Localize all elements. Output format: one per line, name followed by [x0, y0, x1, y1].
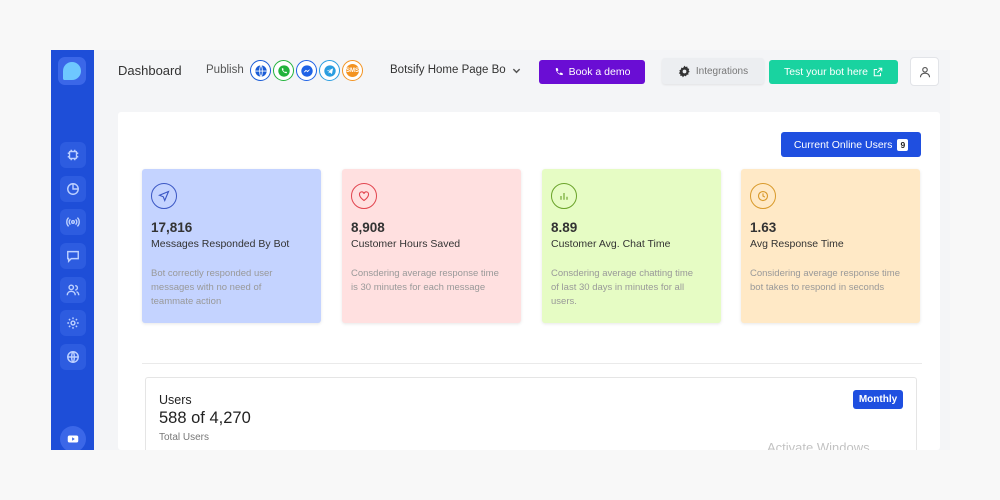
publish-label: Publish [206, 64, 244, 76]
botsify-logo[interactable] [58, 57, 86, 85]
chevron-down-icon [512, 68, 520, 73]
broadcast-icon [66, 217, 80, 227]
stat-value: 1.63 [750, 220, 777, 235]
web-icon [254, 64, 267, 77]
heart-icon-circle [351, 183, 377, 209]
globe-icon [67, 351, 79, 363]
sidebar-item-broadcast[interactable] [60, 209, 86, 235]
stat-label: Avg Response Time [750, 238, 844, 250]
sms-icon: SMS [346, 64, 359, 77]
chat-bubble-icon [63, 62, 81, 80]
book-demo-button[interactable]: Book a demo [539, 60, 645, 84]
sidebar-item-settings[interactable] [60, 310, 86, 336]
stat-label: Messages Responded By Bot [151, 238, 290, 250]
gear-icon [678, 65, 690, 77]
whatsapp-icon [277, 64, 290, 77]
stat-card-response-time: 1.63 Avg Response Time Considering avera… [741, 169, 920, 323]
activate-windows-watermark: Activate Windows [767, 440, 870, 450]
message-icon [67, 250, 79, 263]
clock-icon-circle [750, 183, 776, 209]
stat-card-chat-time: 8.89 Customer Avg. Chat Time Consdering … [542, 169, 721, 323]
user-profile-button[interactable] [910, 57, 939, 86]
stat-card-hours-saved: 8,908 Customer Hours Saved Consdering av… [342, 169, 521, 323]
phone-icon [555, 67, 563, 76]
play-video-icon [67, 435, 79, 443]
bot-selector-label: Botsify Home Page Bo [390, 64, 506, 76]
clock-icon [757, 190, 769, 202]
stat-value: 17,816 [151, 220, 193, 235]
gear-icon [67, 317, 79, 329]
publish-telegram-button[interactable] [319, 60, 340, 81]
stat-card-messages: 17,816 Messages Responded By Bot Bot cor… [142, 169, 321, 323]
external-link-icon [873, 67, 883, 77]
publish-web-button[interactable] [250, 60, 271, 81]
app-window: Dashboard Publish SMS Botsify Home Page … [51, 50, 950, 450]
telegram-icon [323, 64, 336, 77]
bar-chart-icon [560, 193, 568, 200]
integrations-button[interactable]: Integrations [662, 58, 764, 84]
send-icon [158, 190, 170, 202]
top-bar: Dashboard Publish SMS Botsify Home Page … [94, 50, 950, 94]
stat-description: Considering average response time bot ta… [750, 268, 900, 293]
heart-icon [358, 191, 370, 202]
page-title: Dashboard [118, 63, 182, 78]
bar-chart-icon-circle [551, 183, 577, 209]
publish-whatsapp-button[interactable] [273, 60, 294, 81]
current-online-users-button[interactable]: Current Online Users 9 [781, 132, 921, 157]
integrations-label: Integrations [695, 65, 749, 77]
stat-label: Customer Hours Saved [351, 238, 461, 250]
pie-chart-icon [67, 183, 79, 195]
book-demo-label: Book a demo [568, 66, 631, 78]
period-monthly-button[interactable]: Monthly [853, 390, 903, 409]
users-title: Users [159, 393, 192, 407]
user-icon [919, 66, 930, 77]
users-subtitle: Total Users [159, 432, 210, 443]
video-tutorial-button[interactable] [60, 426, 86, 450]
test-bot-button[interactable]: Test your bot here [769, 60, 898, 84]
messenger-icon [300, 64, 313, 77]
bot-selector[interactable]: Botsify Home Page Bo [390, 64, 521, 76]
stat-description: Bot correctly responded user messages wi… [151, 268, 273, 307]
chip-icon [67, 149, 79, 161]
dashboard-content: Current Online Users 9 17,816 Messages R… [118, 112, 940, 450]
stat-label: Customer Avg. Chat Time [551, 238, 671, 250]
sidebar-item-analytics[interactable] [60, 176, 86, 202]
sidebar-item-users[interactable] [60, 277, 86, 303]
stat-description: Consdering average response time is 30 m… [351, 268, 499, 293]
publish-sms-button[interactable]: SMS [342, 60, 363, 81]
users-count: 588 of 4,270 [159, 409, 251, 427]
test-bot-label: Test your bot here [783, 66, 869, 78]
send-icon-circle [151, 183, 177, 209]
publish-messenger-button[interactable] [296, 60, 317, 81]
section-divider [142, 363, 922, 364]
stat-value: 8.89 [551, 220, 578, 235]
publish-channels: SMS [250, 60, 363, 81]
online-users-label: Current Online Users [793, 138, 893, 151]
users-icon [66, 284, 80, 296]
stat-value: 8,908 [351, 220, 385, 235]
online-users-count: 9 [897, 138, 909, 151]
stat-description: Consdering average chatting time of last… [551, 268, 694, 307]
sidebar-item-languages[interactable] [60, 344, 86, 370]
sidebar-item-chip[interactable] [60, 142, 86, 168]
sidebar-item-chat[interactable] [60, 243, 86, 269]
sidebar [51, 50, 94, 450]
